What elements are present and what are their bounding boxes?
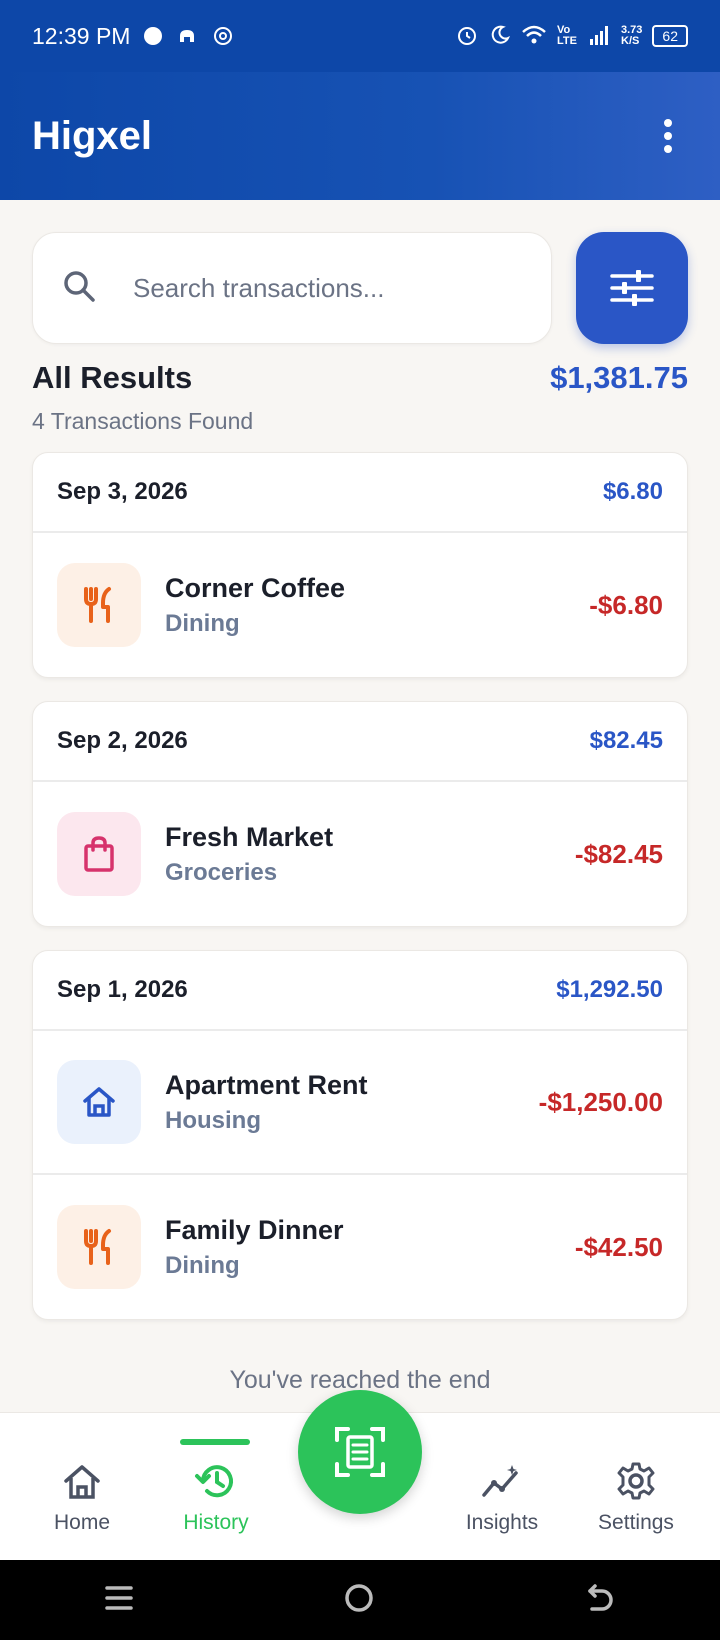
results-count: 4 Transactions Found	[32, 408, 254, 434]
back-arrow-icon	[587, 1583, 613, 1611]
alarm-icon	[455, 23, 479, 50]
notification-dot-icon	[144, 27, 163, 45]
search-icon	[61, 268, 97, 309]
transaction-amount: -$42.50	[574, 1231, 663, 1262]
gear-icon	[617, 1462, 655, 1500]
status-bar: 12:39 PM Vo LTE 3.73 K/S 62	[0, 0, 720, 72]
transaction-name: Apartment Rent	[165, 1069, 368, 1100]
transaction-row[interactable]: Corner Coffee Dining -$6.80	[33, 533, 687, 677]
circle-home-icon	[345, 1583, 373, 1612]
transaction-name: Family Dinner	[165, 1214, 344, 1245]
nav-home[interactable]: Home	[22, 1413, 142, 1561]
openai-app-icon	[212, 25, 234, 47]
transaction-name: Fresh Market	[165, 821, 334, 852]
filter-button[interactable]	[576, 232, 688, 344]
group-header: Sep 1, 2026 $1,292.50	[33, 951, 687, 1031]
nav-settings-label: Settings	[598, 1511, 674, 1534]
home-icon	[64, 1465, 100, 1499]
signal-icon	[589, 25, 611, 48]
transaction-row[interactable]: Fresh Market Groceries -$82.45	[33, 782, 687, 926]
nav-history[interactable]: History	[156, 1413, 276, 1561]
wifi-icon	[521, 24, 547, 49]
battery-indicator: 62	[652, 25, 688, 47]
group-date: Sep 3, 2026	[57, 478, 188, 505]
search-bar[interactable]	[32, 232, 552, 344]
group-total: $82.45	[589, 727, 663, 754]
transaction-row[interactable]: Apartment Rent Housing -$1,250.00	[33, 1031, 687, 1175]
status-time: 12:39 PM	[32, 22, 131, 49]
system-navigation-bar	[0, 1560, 720, 1640]
app-title: Higxel	[32, 113, 153, 158]
network-type: Vo LTE	[557, 24, 577, 47]
back-system-button[interactable]	[584, 1583, 616, 1618]
nav-history-label: History	[183, 1511, 249, 1534]
app-bar: Higxel	[0, 72, 720, 200]
transaction-category: Dining	[165, 1251, 240, 1279]
results-title: All Results	[32, 360, 193, 395]
search-input[interactable]	[133, 272, 473, 304]
transaction-group-card: Sep 2, 2026 $82.45 Fresh Market Grocerie…	[32, 701, 688, 927]
transaction-amount: -$82.45	[574, 838, 663, 869]
transaction-group-card: Sep 1, 2026 $1,292.50 Apartment Rent Hou…	[32, 950, 688, 1320]
network-speed: 3.73 K/S	[621, 24, 643, 47]
more-vert-icon	[664, 119, 672, 153]
nav-insights-label: Insights	[465, 1511, 539, 1534]
nav-insights[interactable]: Insights	[442, 1413, 562, 1561]
history-icon	[195, 1465, 233, 1498]
filter-sliders-icon	[610, 270, 654, 306]
results-total: $1,381.75	[550, 360, 688, 395]
house-icon	[57, 1060, 141, 1144]
group-date: Sep 2, 2026	[57, 727, 188, 754]
group-total: $6.80	[602, 478, 663, 505]
transaction-name: Corner Coffee	[165, 572, 346, 603]
group-header: Sep 3, 2026 $6.80	[33, 453, 687, 533]
transaction-amount: -$1,250.00	[538, 1086, 663, 1117]
insights-icon	[482, 1465, 518, 1497]
group-date: Sep 1, 2026	[57, 976, 188, 1003]
nav-settings[interactable]: Settings	[576, 1413, 696, 1561]
home-system-button[interactable]	[343, 1582, 375, 1619]
utensils-icon	[57, 1205, 141, 1289]
utensils-icon	[57, 563, 141, 647]
transaction-amount: -$6.80	[589, 589, 663, 620]
transaction-category: Housing	[165, 1106, 261, 1134]
scan-receipt-icon	[335, 1427, 385, 1477]
group-header: Sep 2, 2026 $82.45	[33, 702, 687, 782]
transaction-category: Dining	[165, 609, 240, 637]
shopping-bag-icon	[57, 812, 141, 896]
group-total: $1,292.50	[556, 976, 663, 1003]
transaction-group-card: Sep 3, 2026 $6.80 Corner Coffee Dining -…	[32, 452, 688, 678]
cloud-app-icon	[176, 26, 198, 46]
active-tab-indicator	[180, 1439, 250, 1445]
menu-lines-icon	[105, 1585, 134, 1610]
transaction-category: Groceries	[165, 858, 278, 886]
nav-home-label: Home	[53, 1511, 111, 1534]
scan-receipt-button[interactable]	[298, 1390, 422, 1514]
transaction-row[interactable]: Family Dinner Dining -$42.50	[33, 1175, 687, 1319]
recent-apps-button[interactable]	[104, 1584, 134, 1617]
moon-icon	[489, 24, 511, 49]
more-menu-button[interactable]	[648, 106, 688, 166]
